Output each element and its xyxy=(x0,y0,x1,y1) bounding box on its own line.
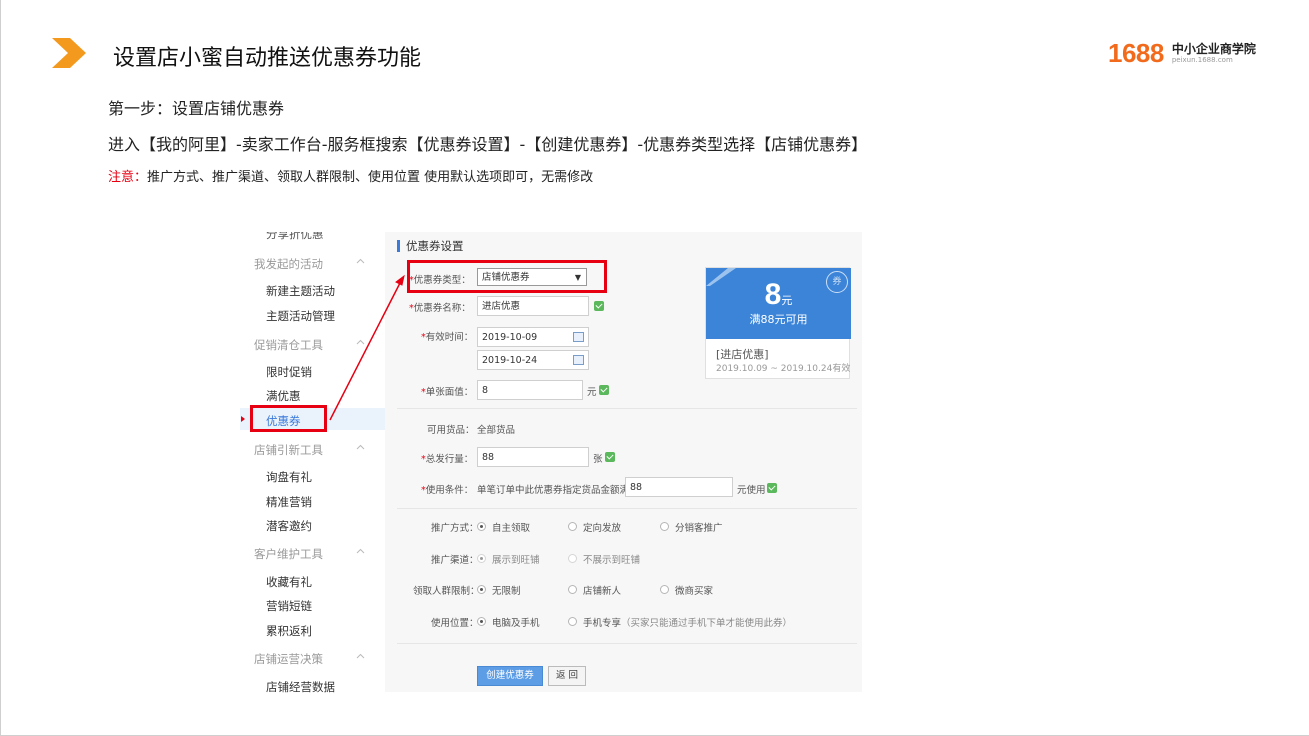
coupon-preview: 券 8元 满88元可用 [进店优惠] 2019.10.09 ~ 2019.10.… xyxy=(705,267,851,379)
note-label: 注意： xyxy=(108,170,148,185)
logo: 1688 中小企业商学院 peixun.1688.com xyxy=(1108,38,1256,69)
radio-promo-targeted-label[interactable]: 定向发放 xyxy=(583,520,621,534)
sidebar-item-store-data[interactable]: 店铺经营数据 xyxy=(266,679,335,695)
caret-up-icon[interactable] xyxy=(356,652,365,661)
radio-crowd-wechat[interactable] xyxy=(660,585,669,594)
sidebar-item-new-activity[interactable]: 新建主题活动 xyxy=(266,283,335,299)
radio-position-mobile[interactable] xyxy=(568,617,577,626)
position-label: 使用位置： xyxy=(431,618,479,629)
coupon-name: [进店优惠] xyxy=(716,348,769,361)
sidebar-item-cut[interactable]: 分享折优惠 xyxy=(266,232,324,242)
sidebar-item-short-link[interactable]: 营销短链 xyxy=(266,598,312,614)
radio-crowd-new[interactable] xyxy=(568,585,577,594)
radio-crowd-new-label[interactable]: 店铺新人 xyxy=(583,583,621,597)
sidebar: 分享折优惠 我发起的活动 新建主题活动 主题活动管理 促销清仓工具 限时促销 满… xyxy=(240,232,385,700)
sidebar-item-flash-sale[interactable]: 限时促销 xyxy=(266,364,312,380)
check-icon xyxy=(767,483,777,493)
sidebar-item-prospect-invite[interactable]: 潜客邀约 xyxy=(266,518,312,534)
goods-value: 全部货品 xyxy=(477,425,516,436)
radio-position-both[interactable] xyxy=(477,617,486,626)
sidebar-item-activity-manage[interactable]: 主题活动管理 xyxy=(266,308,335,324)
divider xyxy=(397,408,857,409)
sidebar-item-full-discount[interactable]: 满优惠 xyxy=(266,388,301,404)
step-heading: 第一步：设置店铺优惠券 xyxy=(108,99,285,118)
radio-channel-show[interactable] xyxy=(477,554,486,563)
channel-label: 推广渠道： xyxy=(431,555,479,566)
cond-prefix: 单笔订单中此优惠券指定货品金额满 xyxy=(477,485,630,496)
highlight-box-coupon xyxy=(250,405,327,432)
radio-channel-hide[interactable] xyxy=(568,554,577,563)
slide-title: 设置店小蜜自动推送优惠券功能 xyxy=(113,46,422,71)
radio-crowd-none[interactable] xyxy=(477,585,486,594)
divider xyxy=(397,508,857,509)
radio-promo-distributor[interactable] xyxy=(660,522,669,531)
calendar-icon[interactable] xyxy=(573,332,584,342)
face-label: *单张面值： xyxy=(421,387,474,398)
coupon-name-input[interactable]: 进店优惠 xyxy=(477,296,589,316)
note: 注意：推广方式、推广渠道、领取人群限制、使用位置 使用默认选项即可，无需修改 xyxy=(108,166,593,185)
radio-promo-distributor-label[interactable]: 分销客推广 xyxy=(675,520,723,534)
section-title: 优惠券设置 xyxy=(397,240,464,252)
note-text: 推广方式、推广渠道、领取人群限制、使用位置 使用默认选项即可，无需修改 xyxy=(147,170,594,185)
radio-position-both-label[interactable]: 电脑及手机 xyxy=(492,615,540,629)
caret-up-icon[interactable] xyxy=(356,338,365,347)
radio-crowd-none-label[interactable]: 无限制 xyxy=(492,583,521,597)
name-label: *优惠券名称： xyxy=(409,303,471,314)
sidebar-item-precise-marketing[interactable]: 精准营销 xyxy=(266,494,312,510)
total-label: *总发行量： xyxy=(421,454,474,465)
coupon-form: 优惠券设置 *优惠券类型： 店铺优惠券 ▼ *优惠券名称： 进店优惠 *有效时间：… xyxy=(385,232,862,692)
end-date-input[interactable]: 2019-10-24 xyxy=(477,350,589,370)
coupon-amount: 8元 xyxy=(764,278,793,311)
sidebar-group-acquisition[interactable]: 店铺引新工具 xyxy=(254,442,323,458)
logo-number: 1688 xyxy=(1108,38,1164,68)
sidebar-group-operations[interactable]: 店铺运营决策 xyxy=(254,651,323,667)
logo-cn: 中小企业商学院 xyxy=(1171,42,1256,56)
chevron-right-icon xyxy=(52,38,86,68)
radio-channel-show-label[interactable]: 展示到旺铺 xyxy=(492,552,540,566)
sidebar-group-activities[interactable]: 我发起的活动 xyxy=(254,256,323,272)
radio-promo-self[interactable] xyxy=(477,522,486,531)
cond-unit: 元使用 xyxy=(737,485,766,496)
check-icon xyxy=(599,385,609,395)
radio-promo-self-label[interactable]: 自主领取 xyxy=(492,520,530,534)
cond-amount-input[interactable]: 88 xyxy=(625,477,733,497)
sidebar-item-inquiry-gift[interactable]: 询盘有礼 xyxy=(266,469,312,485)
active-marker xyxy=(241,416,245,422)
caret-up-icon[interactable] xyxy=(356,443,365,452)
coupon-condition: 满88元可用 xyxy=(749,313,808,326)
total-input[interactable]: 88 xyxy=(477,447,589,467)
crowd-label: 领取人群限制： xyxy=(413,586,480,597)
caret-up-icon[interactable] xyxy=(356,257,365,266)
calendar-icon[interactable] xyxy=(573,355,584,365)
sidebar-item-favorite-gift[interactable]: 收藏有礼 xyxy=(266,574,312,590)
coupon-dates: 2019.10.09 ~ 2019.10.24有效 xyxy=(716,364,851,374)
create-coupon-button[interactable]: 创建优惠券 xyxy=(477,666,543,686)
sidebar-group-promotion[interactable]: 促销清仓工具 xyxy=(254,337,323,353)
check-icon xyxy=(605,452,615,462)
face-value-input[interactable]: 8 xyxy=(477,380,583,400)
radio-channel-hide-label[interactable]: 不展示到旺铺 xyxy=(583,552,640,566)
back-button[interactable]: 返 回 xyxy=(548,666,586,686)
radio-promo-targeted[interactable] xyxy=(568,522,577,531)
navigation-path: 进入【我的阿里】-卖家工作台-服务框搜索【优惠券设置】-【创建优惠券】-优惠券类… xyxy=(108,135,868,154)
position-hint: （买家只能通过手机下单才能使用此券） xyxy=(621,618,793,629)
cond-label: *使用条件： xyxy=(421,485,474,496)
logo-url: peixun.1688.com xyxy=(1171,56,1233,64)
face-unit: 元 xyxy=(587,387,597,398)
caret-up-icon[interactable] xyxy=(356,547,365,556)
highlight-box-type xyxy=(407,260,607,293)
valid-label: *有效时间： xyxy=(421,332,474,343)
promo-label: 推广方式： xyxy=(431,523,479,534)
check-icon xyxy=(594,301,604,311)
start-date-input[interactable]: 2019-10-09 xyxy=(477,327,589,347)
total-unit: 张 xyxy=(593,454,603,465)
divider xyxy=(397,643,857,644)
goods-label: 可用货品： xyxy=(427,425,475,436)
sidebar-item-rebate[interactable]: 累积返利 xyxy=(266,623,312,639)
coupon-preview-header: 券 8元 满88元可用 xyxy=(706,268,851,339)
screenshot-panel: 分享折优惠 我发起的活动 新建主题活动 主题活动管理 促销清仓工具 限时促销 满… xyxy=(240,232,862,700)
sidebar-group-retention[interactable]: 客户维护工具 xyxy=(254,546,323,562)
radio-position-mobile-label[interactable]: 手机专享（买家只能通过手机下单才能使用此券） xyxy=(583,615,792,629)
radio-crowd-wechat-label[interactable]: 微商买家 xyxy=(675,583,713,597)
